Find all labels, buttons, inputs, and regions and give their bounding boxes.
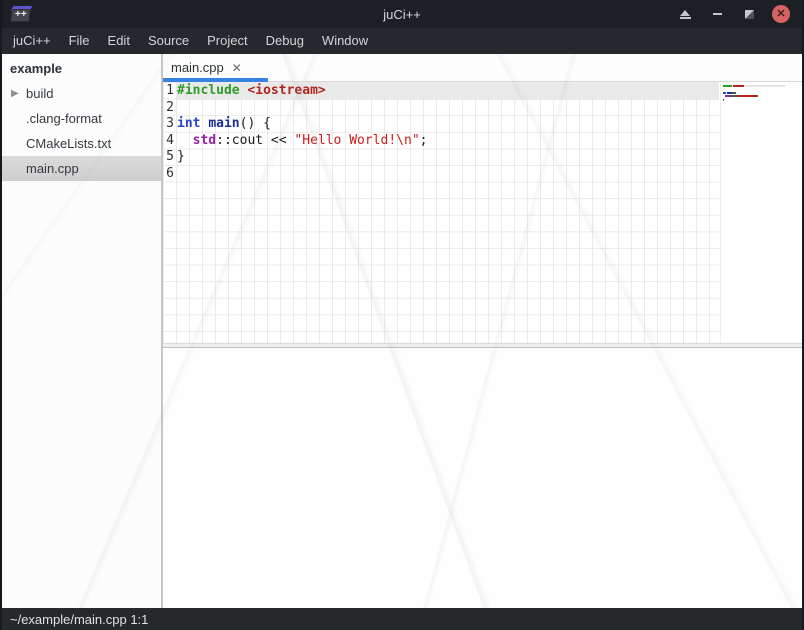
menu-item-debug[interactable]: Debug (257, 28, 313, 54)
minimap-line (723, 92, 802, 94)
shade-icon (680, 10, 690, 16)
expander-icon[interactable]: ▶ (11, 89, 23, 99)
line-number: 5 (163, 149, 174, 166)
tree-root-folder[interactable]: example (2, 56, 161, 81)
tree-row-label: .clang-format (26, 111, 102, 126)
main-content: example ▶build .clang-format CMakeLists.tx… (2, 54, 802, 608)
tab-bar: main.cpp ✕ (163, 54, 802, 82)
tree-row-build[interactable]: ▶build (2, 81, 161, 106)
shade-button[interactable] (672, 0, 698, 28)
line-number: 2 (163, 100, 174, 117)
tree-row-label: CMakeLists.txt (26, 136, 111, 151)
tree-row-label: main.cpp (26, 161, 79, 176)
status-file-position: ~/example/main.cpp 1:1 (10, 612, 148, 627)
menu-item-juci[interactable]: juCi++ (4, 28, 60, 54)
code-line-6[interactable]: 6 (163, 166, 719, 183)
status-bar: ~/example/main.cpp 1:1 (2, 608, 802, 630)
menu-item-project[interactable]: Project (198, 28, 256, 54)
line-number: 4 (163, 133, 174, 150)
tree-row-label: build (26, 86, 53, 101)
tab-close-icon[interactable]: ✕ (232, 61, 242, 75)
terminal-panel[interactable] (163, 348, 802, 609)
code-text: } (177, 149, 185, 166)
minimize-button[interactable] (704, 0, 730, 28)
title-bar: ++ juCi++ ✕ (2, 0, 802, 28)
minimap-line (723, 85, 785, 87)
editor-minimap[interactable] (720, 82, 802, 343)
minimap-line (723, 88, 802, 90)
code-text: int main() { (177, 116, 271, 133)
close-icon: ✕ (772, 5, 790, 23)
maximize-button[interactable] (736, 0, 762, 28)
code-lines: 1#include <iostream>23int main() {4 std:… (163, 83, 719, 183)
tree-row-cmakelists-txt[interactable]: CMakeLists.txt (2, 131, 161, 156)
maximize-icon (745, 10, 754, 19)
code-line-2[interactable]: 2 (163, 100, 719, 117)
code-line-1[interactable]: 1#include <iostream> (163, 83, 719, 100)
line-number: 3 (163, 116, 174, 133)
line-number: 1 (163, 83, 174, 100)
line-number: 6 (163, 166, 174, 183)
file-tree-sidebar: example ▶build .clang-format CMakeLists.tx… (2, 54, 161, 608)
minimap-line (723, 102, 802, 104)
minimap-line (723, 95, 802, 97)
tree-row--clang-format[interactable]: .clang-format (2, 106, 161, 131)
menu-item-source[interactable]: Source (139, 28, 198, 54)
file-tree: ▶build .clang-format CMakeLists.txt main.cp… (2, 81, 161, 181)
tree-row-main-cpp[interactable]: main.cpp (2, 156, 161, 181)
code-text: #include <iostream> (177, 83, 326, 100)
code-text: std::cout << "Hello World!\n"; (177, 133, 427, 150)
menu-item-window[interactable]: Window (313, 28, 377, 54)
menu-item-edit[interactable]: Edit (99, 28, 139, 54)
minimap-line (723, 99, 802, 101)
tab-main-cpp[interactable]: main.cpp ✕ (163, 54, 268, 81)
editor-column: main.cpp ✕ 1#include <iostream>23int mai… (163, 54, 802, 608)
minimize-icon (713, 13, 722, 15)
menu-item-file[interactable]: File (60, 28, 99, 54)
close-button[interactable]: ✕ (768, 0, 794, 28)
tab-label: main.cpp (171, 60, 224, 75)
window-controls: ✕ (666, 0, 794, 28)
code-line-5[interactable]: 5} (163, 149, 719, 166)
code-line-4[interactable]: 4 std::cout << "Hello World!\n"; (163, 133, 719, 150)
source-editor[interactable]: 1#include <iostream>23int main() {4 std:… (163, 82, 802, 343)
menu-bar: juCi++FileEditSourceProjectDebugWindow (2, 28, 802, 54)
juci-window: ++ juCi++ ✕ juCi++FileEditSourceProjectD… (0, 0, 804, 630)
code-line-3[interactable]: 3int main() { (163, 116, 719, 133)
